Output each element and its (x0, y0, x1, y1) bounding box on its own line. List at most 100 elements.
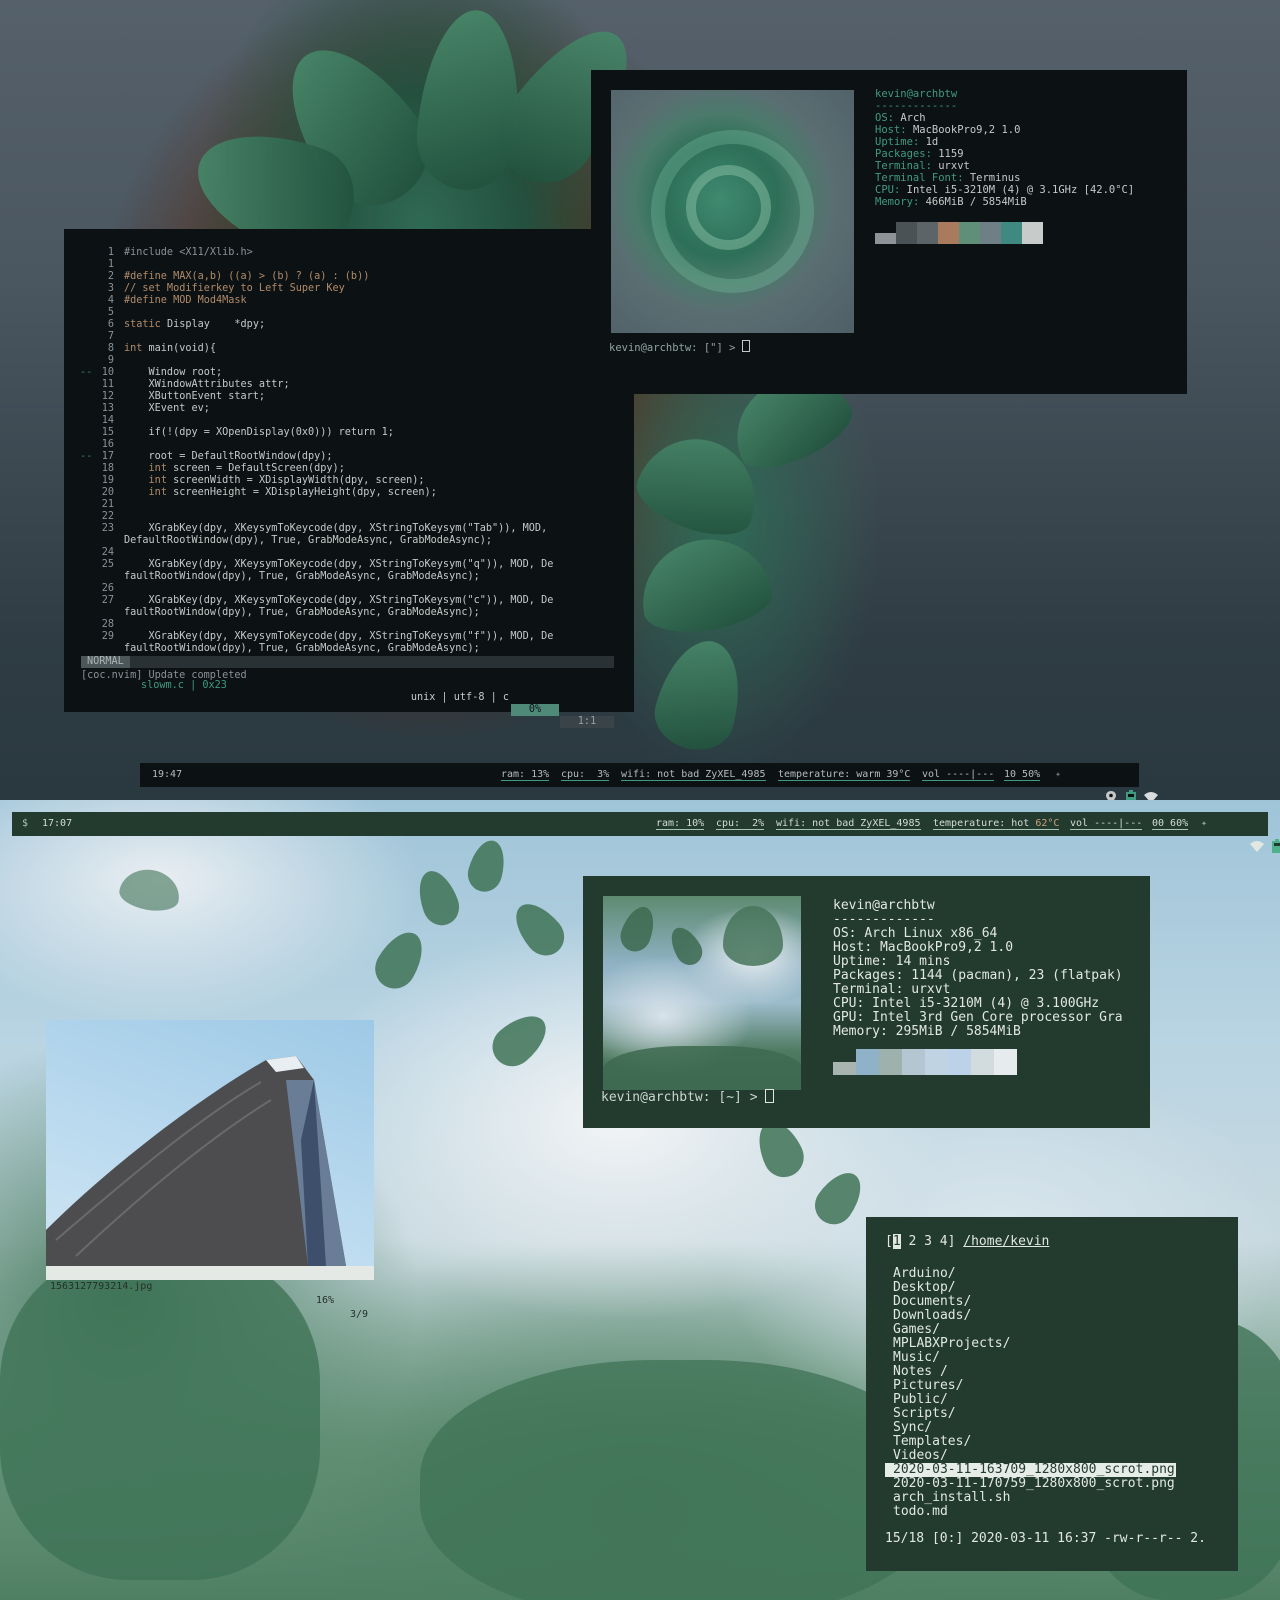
sysinfo-separator: : (887, 112, 901, 124)
file-entry[interactable]: arch_install.sh (893, 1491, 1010, 1505)
shell-prompt[interactable]: kevin@archbtw: ["] > (609, 340, 750, 354)
sysinfo-separator: : (895, 982, 912, 997)
code-line[interactable]: faultRootWindow(dpy), True, GrabModeAsyn… (64, 607, 634, 619)
color-swatch (994, 1049, 1017, 1075)
sysinfo-key: Host (833, 940, 865, 955)
code-line[interactable]: 23 XGrabKey(dpy, XKeysymToKeycode(dpy, X… (64, 523, 634, 535)
code-line[interactable]: DefaultRootWindow(dpy), True, GrabModeAs… (64, 535, 634, 547)
sysinfo-row: CPU: Intel i5-3210M (4) @ 3.1GHz [42.0°C… (875, 184, 1134, 196)
code-line[interactable]: 25 XGrabKey(dpy, XKeysymToKeycode(dpy, X… (64, 559, 634, 571)
sky-leaves-image (603, 896, 801, 1090)
file-entry[interactable]: Templates/ (893, 1435, 971, 1449)
line-text: int screenHeight = XDisplayHeight(dpy, s… (148, 487, 437, 498)
vim-editor-window[interactable]: 1 #include <X11/Xlib.h> 1 2 #define MAX(a,b)… (64, 229, 634, 728)
code-line[interactable]: 20 int screenHeight = XDisplayHeight(dpy… (64, 487, 634, 499)
line-text: int screenWidth = XDisplayWidth(dpy, scr… (148, 475, 425, 486)
status-bar-bottom: $ 17:07 ram: 10% cpu: 2% wifi: not bad Z… (12, 812, 1280, 853)
cpu-indicator: cpu: 3% (561, 769, 610, 781)
code-line[interactable]: 21 (64, 499, 634, 511)
file-entry[interactable]: MPLABXProjects/ (893, 1337, 1010, 1351)
sysinfo-separator: : (912, 196, 926, 208)
code-line[interactable]: 15 if(!(dpy = XOpenDisplay(0x0))) return… (64, 427, 634, 439)
color-swatch (902, 1049, 925, 1075)
file-entry[interactable]: Pictures/ (893, 1379, 963, 1393)
code-line[interactable]: 28 (64, 619, 634, 631)
code-line[interactable]: 13 XEvent ev; (64, 403, 634, 415)
sysinfo-separator: : (848, 926, 865, 941)
code-line[interactable]: 9 (64, 355, 634, 367)
tabs-rest[interactable]: 2 3 4] (901, 1234, 955, 1249)
code-line[interactable]: -- 17 root = DefaultRootWindow(dpy); (64, 451, 634, 463)
code-line[interactable]: 5 (64, 307, 634, 319)
code-line[interactable]: 26 (64, 583, 634, 595)
workspace-indicator[interactable]: $ (22, 812, 28, 836)
line-number: 1 (107, 247, 114, 258)
file-entry[interactable]: Videos/ (893, 1449, 948, 1463)
file-entry[interactable]: Notes / (893, 1365, 948, 1379)
sysinfo-value: 1d (925, 136, 939, 148)
file-entry[interactable]: Desktop/ (893, 1281, 956, 1295)
sysinfo-separator: : (856, 1010, 873, 1025)
sysinfo-key: CPU (875, 184, 894, 196)
file-entry[interactable]: todo.md (893, 1505, 948, 1519)
line-number: 19 (101, 475, 114, 486)
code-line[interactable]: 6 static Display *dpy; (64, 319, 634, 331)
battery-icon[interactable] (1248, 812, 1280, 884)
file-entry[interactable]: Sync/ (893, 1421, 932, 1435)
tab-1[interactable]: 1 (892, 1234, 901, 1249)
code-line[interactable]: 1 (64, 259, 634, 271)
color-swatch (856, 1049, 879, 1075)
sysinfo-key: Memory (875, 196, 913, 208)
neofetch-terminal-bottom[interactable]: kevin@archbtw ------------- OS: Arch Lin… (583, 876, 1150, 1128)
file-entry[interactable]: Documents/ (893, 1295, 971, 1309)
shell-prompt[interactable]: kevin@archbtw: [~] > (601, 1089, 775, 1105)
file-entry[interactable]: Public/ (893, 1393, 948, 1407)
file-entry-selected[interactable]: 2020-03-11-163709_1280x800_scrot.png (885, 1463, 1176, 1477)
sysinfo-row: Host: MacBookPro9,2 1.0 (875, 124, 1020, 136)
sysinfo-key: Terminal (833, 982, 896, 997)
line-number: 23 (101, 523, 114, 534)
line-text: XEvent ev; (124, 403, 210, 414)
code-line[interactable]: 8 int main(void){ (64, 343, 634, 355)
sysinfo-key: Packages (875, 148, 926, 160)
separator-icon: ✦ (1201, 818, 1208, 829)
code-line[interactable]: faultRootWindow(dpy), True, GrabModeAsyn… (64, 571, 634, 583)
code-line[interactable]: 12 XButtonEvent start; (64, 391, 634, 403)
line-number: 6 (107, 319, 114, 330)
file-entry[interactable]: Games/ (893, 1323, 940, 1337)
file-entry[interactable]: Downloads/ (893, 1309, 971, 1323)
code-line[interactable]: 22 (64, 511, 634, 523)
sysinfo-separator: : (925, 148, 939, 160)
code-line[interactable]: 2 #define MAX(a,b) ((a) > (b) ? (a) : (b)… (64, 271, 634, 283)
line-number: 22 (101, 511, 114, 522)
neofetch-terminal-top[interactable]: kevin@archbtw ------------- OS: Arch Host… (591, 70, 1187, 394)
code-line[interactable]: 14 (64, 415, 634, 427)
color-swatch (948, 1049, 971, 1075)
code-line[interactable]: 18 int screen = DefaultScreen(dpy); (64, 463, 634, 475)
file-entry[interactable]: 2020-03-11-170759_1280x800_scrot.png (893, 1477, 1175, 1491)
code-line[interactable]: 29 XGrabKey(dpy, XKeysymToKeycode(dpy, X… (64, 631, 634, 643)
sysinfo-row: Terminal: urxvt (875, 160, 970, 172)
sysinfo-separator: : (912, 136, 926, 148)
code-line[interactable]: 4 #define MOD Mod4Mask (64, 295, 634, 307)
color-swatch (925, 1049, 948, 1075)
image-viewer-window[interactable]: 1563127793214.jpg 16% 3/9 (46, 1020, 374, 1320)
code-line[interactable]: -- 10 Window root; (64, 367, 634, 379)
code-line[interactable]: faultRootWindow(dpy), True, GrabModeAsyn… (64, 643, 634, 655)
code-line[interactable]: 1 #include <X11/Xlib.h> (64, 247, 634, 259)
code-line[interactable]: 27 XGrabKey(dpy, XKeysymToKeycode(dpy, X… (64, 595, 634, 607)
file-entry[interactable]: Scripts/ (893, 1407, 956, 1421)
file-entry[interactable]: Arduino/ (893, 1267, 956, 1281)
code-line[interactable]: 19 int screenWidth = XDisplayWidth(dpy, … (64, 475, 634, 487)
ranger-file-manager[interactable]: [1 2 3 4] /home/kevin Arduino/Desktop/Do… (866, 1217, 1238, 1571)
code-line[interactable]: 16 (64, 439, 634, 451)
color-swatch (879, 1049, 902, 1075)
sysinfo-separator: : (879, 1024, 896, 1039)
current-path[interactable]: /home/kevin (963, 1234, 1049, 1249)
neofetch-title: kevin@archbtw (833, 898, 935, 913)
code-line[interactable]: 3 // set Modifierkey to Left Super Key (64, 283, 634, 295)
file-entry[interactable]: Music/ (893, 1351, 940, 1365)
code-line[interactable]: 7 (64, 331, 634, 343)
code-line[interactable]: 24 (64, 547, 634, 559)
code-line[interactable]: 11 XWindowAttributes attr; (64, 379, 634, 391)
